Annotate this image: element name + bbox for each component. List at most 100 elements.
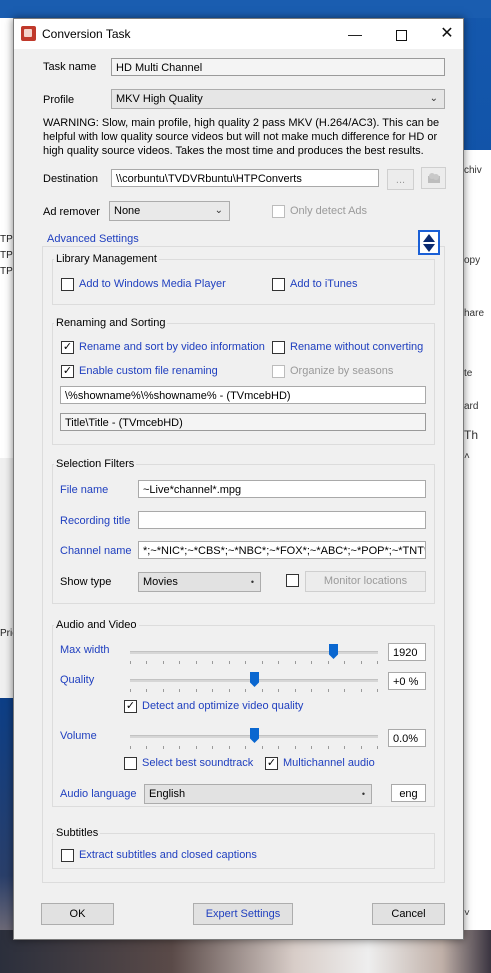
arrow-up-icon	[423, 234, 435, 242]
profile-label: Profile	[43, 94, 75, 106]
quality-label: Quality	[60, 674, 95, 686]
expert-settings-button[interactable]: Expert Settings	[193, 903, 293, 925]
collapse-toggle-button[interactable]	[418, 230, 440, 255]
volume-value-field[interactable]: 0.0%	[388, 729, 426, 747]
ad-remover-select[interactable]: None ⌄	[109, 201, 230, 221]
max-width-slider-ticks	[130, 661, 378, 665]
audio-language-code-field[interactable]: eng	[391, 784, 426, 802]
dropdown-dot-icon: •	[250, 577, 254, 587]
background-scroll-up: ˄	[464, 451, 470, 462]
rename-without-converting-label: Rename without converting	[290, 341, 424, 353]
ad-remover-value: None	[114, 205, 141, 217]
conversion-task-window: Conversion Task — ✕ Task name HD Multi C…	[13, 18, 464, 940]
file-name-label: File name	[60, 484, 109, 496]
monitor-locations-checkbox[interactable]	[286, 574, 299, 587]
slider-tick	[146, 746, 147, 749]
rename-without-converting-checkbox[interactable]	[272, 341, 285, 354]
quality-value-field[interactable]: +0 %	[388, 672, 426, 690]
slider-tick	[212, 661, 213, 664]
slider-tick	[130, 661, 131, 664]
close-button[interactable]: ✕	[424, 19, 470, 49]
background-label: ard	[464, 401, 479, 412]
audio-language-value: English	[149, 788, 186, 800]
slider-tick	[245, 661, 246, 664]
background-label: TP	[0, 250, 13, 261]
dropdown-dot-icon: •	[361, 789, 365, 799]
recording-title-label: Recording title	[60, 515, 131, 527]
slider-tick	[344, 746, 345, 749]
task-name-field[interactable]: HD Multi Channel	[111, 58, 445, 76]
background-label: Th	[464, 428, 479, 442]
background-scroll-down: ˅	[464, 908, 470, 919]
slider-tick	[311, 661, 312, 664]
recording-title-field[interactable]	[138, 511, 426, 529]
cancel-button[interactable]: Cancel	[372, 903, 445, 925]
slider-tick	[328, 746, 329, 749]
title-bar[interactable]: Conversion Task — ✕	[14, 19, 463, 49]
max-width-slider-track[interactable]	[130, 651, 378, 654]
slider-tick	[278, 661, 279, 664]
slider-tick	[163, 746, 164, 749]
slider-tick	[146, 689, 147, 692]
slider-tick	[311, 746, 312, 749]
add-to-wmp-label: Add to Windows Media Player	[79, 278, 226, 290]
file-name-field[interactable]: ~Live*channel*.mpg	[138, 480, 426, 498]
monitor-locations-button[interactable]: Monitor locations	[305, 571, 426, 592]
background-label: TP	[0, 234, 13, 245]
network-folder-button[interactable]	[421, 167, 446, 189]
chevron-down-icon: ⌄	[429, 93, 438, 104]
best-soundtrack-checkbox[interactable]	[124, 757, 137, 770]
show-type-select[interactable]: Movies •	[138, 572, 261, 592]
ad-remover-label: Ad remover	[43, 206, 100, 218]
advanced-settings-link[interactable]: Advanced Settings	[45, 233, 141, 245]
rename-sort-checkbox[interactable]: ✓	[61, 341, 74, 354]
slider-tick	[212, 689, 213, 692]
multichannel-audio-label: Multichannel audio	[283, 757, 375, 769]
audio-language-select[interactable]: English •	[144, 784, 372, 804]
add-to-wmp-checkbox[interactable]	[61, 278, 74, 291]
background-label: hare	[464, 308, 485, 319]
extract-subtitles-checkbox[interactable]	[61, 849, 74, 862]
app-icon	[21, 26, 36, 41]
slider-tick	[344, 689, 345, 692]
profile-select[interactable]: MKV High Quality ⌄	[111, 89, 445, 109]
background-label: chiv	[464, 165, 482, 176]
slider-tick	[344, 661, 345, 664]
slider-tick	[377, 746, 378, 749]
max-width-value-field[interactable]: 1920	[388, 643, 426, 661]
add-to-itunes-checkbox[interactable]	[272, 278, 285, 291]
selection-filters-title: Selection Filters	[54, 458, 137, 470]
ok-button[interactable]: OK	[41, 903, 114, 925]
cloud-folder-icon	[427, 173, 440, 183]
maximize-button[interactable]	[378, 19, 424, 49]
rename-preview-field: Title\Title - (TVmcebHD)	[60, 413, 426, 431]
organize-seasons-checkbox[interactable]	[272, 365, 285, 378]
slider-tick	[130, 746, 131, 749]
slider-tick	[278, 689, 279, 692]
quality-slider-ticks	[130, 689, 378, 693]
multichannel-audio-checkbox[interactable]: ✓	[265, 757, 278, 770]
slider-tick	[361, 661, 362, 664]
slider-tick	[229, 661, 230, 664]
detect-optimize-checkbox[interactable]: ✓	[124, 700, 137, 713]
rename-pattern-field[interactable]: \%showname%\%showname% - (TVmcebHD)	[60, 386, 426, 404]
volume-label: Volume	[60, 730, 97, 742]
subtitles-title: Subtitles	[54, 827, 101, 839]
minimize-button[interactable]: —	[332, 19, 378, 49]
library-management-title: Library Management	[54, 253, 159, 265]
slider-tick	[229, 689, 230, 692]
slider-tick	[179, 689, 180, 692]
slider-tick	[262, 689, 263, 692]
only-detect-ads-checkbox[interactable]	[272, 205, 285, 218]
max-width-label: Max width	[60, 644, 110, 656]
destination-field[interactable]: \\corbuntu\TVDVRbuntu\HTPConverts	[111, 169, 379, 187]
show-type-value: Movies	[143, 576, 178, 588]
slider-tick	[146, 661, 147, 664]
slider-tick	[212, 746, 213, 749]
task-name-label: Task name	[43, 61, 97, 73]
slider-tick	[295, 689, 296, 692]
browse-button[interactable]: ...	[387, 169, 414, 190]
custom-renaming-checkbox[interactable]: ✓	[61, 365, 74, 378]
channel-name-field[interactable]: *;~*NIC*;~*CBS*;~*NBC*;~*FOX*;~*ABC*;~*P…	[138, 541, 426, 559]
window-title: Conversion Task	[42, 27, 131, 41]
